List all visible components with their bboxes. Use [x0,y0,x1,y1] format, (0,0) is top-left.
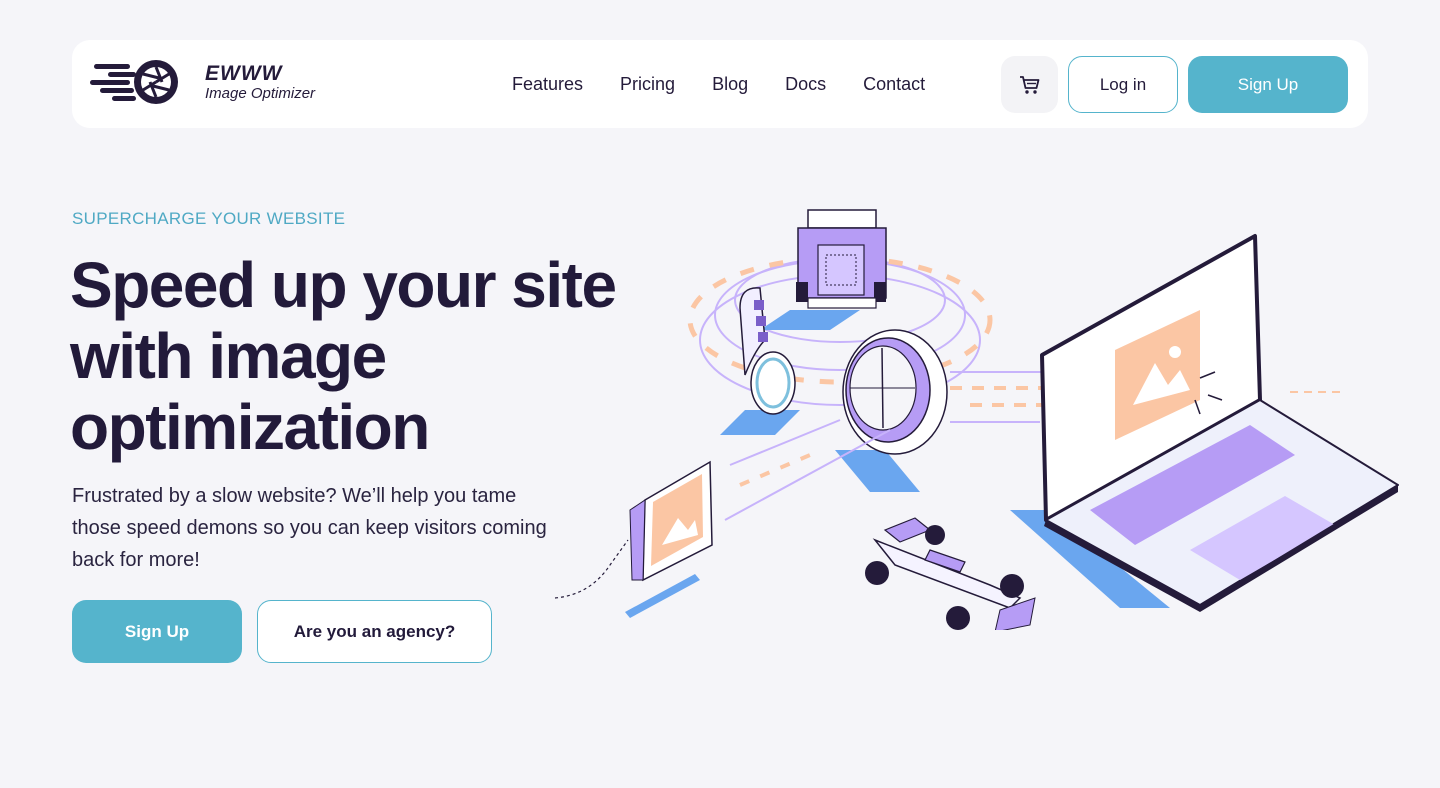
hero-signup-button[interactable]: Sign Up [72,600,242,663]
checklist-panel [739,287,796,415]
brand-tagline: Image Optimizer [205,85,316,102]
brand-name: EWWW [205,62,283,85]
cart-icon [1019,75,1039,94]
nav-signup-button[interactable]: Sign Up [1188,56,1348,113]
agency-button[interactable]: Are you an agency? [257,600,492,663]
brand-logo[interactable]: EWWW Image Optimizer [90,58,330,110]
compressor-box [796,209,887,309]
nav-link-blog[interactable]: Blog [712,74,748,95]
lens-ring [842,329,948,455]
cart-button[interactable] [1001,56,1058,113]
hero-illustration [554,209,1399,630]
hero-subtext: Frustrated by a slow website? We’ll help… [72,485,547,571]
hero-headline: Speed up your site with image optimizati… [70,249,617,463]
hero-eyebrow: SUPERCHARGE YOUR WEBSITE [72,209,346,228]
top-navbar: EWWW Image Optimizer Features Pricing Bl… [72,40,1368,128]
nav-link-contact[interactable]: Contact [863,74,925,95]
nav-link-docs[interactable]: Docs [785,74,826,95]
nav-link-pricing[interactable]: Pricing [620,74,675,95]
login-button[interactable]: Log in [1068,56,1178,113]
primary-nav: Features Pricing Blog Docs Contact [512,40,962,128]
shutter-logo-icon [90,60,178,104]
nav-link-features[interactable]: Features [512,74,583,95]
race-car [865,517,1036,630]
